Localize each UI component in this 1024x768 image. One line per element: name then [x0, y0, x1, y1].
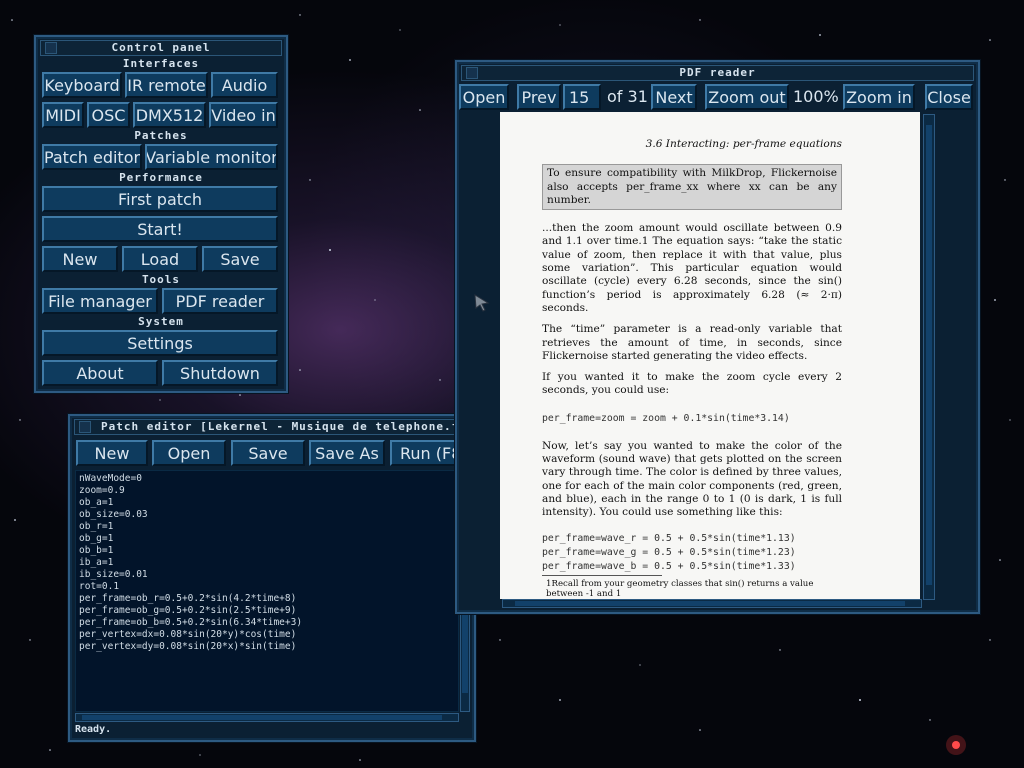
pdf-reader-window: PDF reader Open Prev 15 of 31 Next Zoom …	[455, 60, 980, 614]
about-button[interactable]: About	[42, 360, 158, 386]
control-panel-window: Control panel Interfaces Keyboard IR rem…	[34, 35, 288, 393]
control-panel-title: Control panel	[111, 41, 211, 54]
code-line[interactable]: nWaveMode=0	[79, 473, 455, 485]
midi-button[interactable]: MIDI	[42, 102, 84, 128]
window-close-icon[interactable]	[79, 421, 91, 433]
code-line[interactable]: rot=0.1	[79, 581, 455, 593]
window-close-icon[interactable]	[45, 42, 57, 54]
scroll-thumb[interactable]	[515, 601, 905, 606]
code-line[interactable]: per_vertex=dy=0.08*sin(20*x)*sin(time)	[79, 641, 455, 653]
start-button[interactable]: Start!	[42, 216, 278, 242]
code-line[interactable]: ob_r=1	[79, 521, 455, 533]
code-line[interactable]: ob_b=1	[79, 545, 455, 557]
code-line[interactable]: ib_size=0.01	[79, 569, 455, 581]
zoom-level-label: 100%	[793, 87, 839, 106]
code-line[interactable]: per_vertex=dx=0.08*sin(20*y)*cos(time)	[79, 629, 455, 641]
window-close-icon[interactable]	[466, 67, 478, 79]
code-line[interactable]: per_frame=ob_b=0.5+0.2*sin(6.34*time+3)	[79, 617, 455, 629]
file-manager-button[interactable]: File manager	[42, 288, 158, 314]
editor-horizontal-scrollbar[interactable]	[75, 713, 459, 722]
editor-save-button[interactable]: Save	[231, 440, 305, 466]
code-line[interactable]: per_frame=ob_r=0.5+0.2*sin(4.2*time+8)	[79, 593, 455, 605]
scroll-thumb[interactable]	[82, 715, 442, 720]
shutdown-button[interactable]: Shutdown	[162, 360, 278, 386]
osc-button[interactable]: OSC	[87, 102, 130, 128]
code-line[interactable]: ob_a=1	[79, 497, 455, 509]
page-count-label: of 31	[607, 87, 648, 106]
control-panel-titlebar[interactable]: Control panel	[40, 40, 282, 56]
section-tools: Tools	[141, 273, 181, 286]
video-in-button[interactable]: Video in	[209, 102, 278, 128]
section-patches: Patches	[134, 129, 188, 142]
pdf-open-button[interactable]: Open	[459, 84, 509, 110]
pdf-reader-button[interactable]: PDF reader	[162, 288, 278, 314]
dmx512-button[interactable]: DMX512	[133, 102, 206, 128]
save-button[interactable]: Save	[202, 246, 278, 272]
audio-button[interactable]: Audio	[211, 72, 278, 98]
zoom-out-button[interactable]: Zoom out	[705, 84, 789, 110]
pdf-close-button[interactable]: Close	[925, 84, 973, 110]
section-interfaces: Interfaces	[122, 57, 200, 70]
patch-code-editor[interactable]: nWaveMode=0 zoom=0.9 ob_a=1 ob_size=0.03 ob_…	[75, 470, 459, 712]
pdf-reader-title: PDF reader	[679, 66, 756, 79]
patch-editor-window: Patch editor [Lekernel - Musique de tele…	[68, 414, 476, 742]
settings-button[interactable]: Settings	[42, 330, 278, 356]
code-sample-wave-g: per_frame=wave_g = 0.5 + 0.5*sin(time*1.…	[542, 546, 796, 558]
editor-save-as-button[interactable]: Save As	[309, 440, 385, 466]
code-line[interactable]: zoom=0.9	[79, 485, 455, 497]
compatibility-note-box: To ensure compatibility with MilkDrop, F…	[542, 164, 842, 211]
pdf-vertical-scrollbar[interactable]	[923, 114, 935, 600]
page-number-input[interactable]: 15	[563, 84, 601, 110]
paragraph-time-parameter: The “time” parameter is a read-only vari…	[542, 323, 842, 362]
ir-remote-button[interactable]: IR remote	[125, 72, 208, 98]
page-running-header: 3.6 Interacting: per-frame equations	[645, 138, 842, 150]
code-sample-wave-r: per_frame=wave_r = 0.5 + 0.5*sin(time*1.…	[542, 532, 796, 544]
pdf-reader-titlebar[interactable]: PDF reader	[461, 65, 974, 81]
editor-new-button[interactable]: New	[76, 440, 148, 466]
pdf-page: 3.6 Interacting: per-frame equations To …	[500, 112, 920, 599]
code-line[interactable]: per_frame=ob_g=0.5+0.2*sin(2.5*time+9)	[79, 605, 455, 617]
pdf-prev-button[interactable]: Prev	[517, 84, 561, 110]
variable-monitor-button[interactable]: Variable monitor	[145, 144, 278, 170]
scroll-thumb[interactable]	[926, 125, 932, 585]
new-button[interactable]: New	[42, 246, 118, 272]
footnote: 1Recall from your geometry classes that …	[546, 578, 814, 599]
code-line[interactable]: ib_a=1	[79, 557, 455, 569]
load-button[interactable]: Load	[122, 246, 198, 272]
code-sample-wave-b: per_frame=wave_b = 0.5 + 0.5*sin(time*1.…	[542, 560, 796, 572]
code-sample-zoom: per_frame=zoom = zoom + 0.1*sin(time*3.1…	[542, 412, 790, 424]
mouse-cursor-icon	[474, 294, 490, 312]
code-lines: nWaveMode=0 zoom=0.9 ob_a=1 ob_size=0.03 ob_…	[79, 473, 455, 653]
patch-editor-button[interactable]: Patch editor	[42, 144, 142, 170]
editor-status-text: Ready.	[75, 724, 112, 735]
zoom-in-button[interactable]: Zoom in	[843, 84, 915, 110]
first-patch-button[interactable]: First patch	[42, 186, 278, 212]
pdf-horizontal-scrollbar[interactable]	[502, 599, 922, 608]
paragraph-waveform-color: Now, let’s say you wanted to make the co…	[542, 439, 842, 519]
patch-editor-titlebar[interactable]: Patch editor [Lekernel - Musique de tele…	[74, 419, 470, 435]
paragraph-zoom-oscillation: ...then the zoom amount would oscillate …	[542, 222, 842, 314]
paragraph-zoom-cycle: If you wanted it to make the zoom cycle …	[542, 371, 842, 397]
section-performance: Performance	[119, 171, 203, 184]
code-line[interactable]: ob_size=0.03	[79, 509, 455, 521]
keyboard-button[interactable]: Keyboard	[42, 72, 122, 98]
pdf-next-button[interactable]: Next	[651, 84, 697, 110]
patch-editor-title: Patch editor [Lekernel - Musique de tele…	[101, 420, 470, 433]
section-system: System	[138, 315, 184, 328]
code-line[interactable]: ob_g=1	[79, 533, 455, 545]
editor-open-button[interactable]: Open	[152, 440, 226, 466]
footnote-rule	[542, 574, 662, 576]
